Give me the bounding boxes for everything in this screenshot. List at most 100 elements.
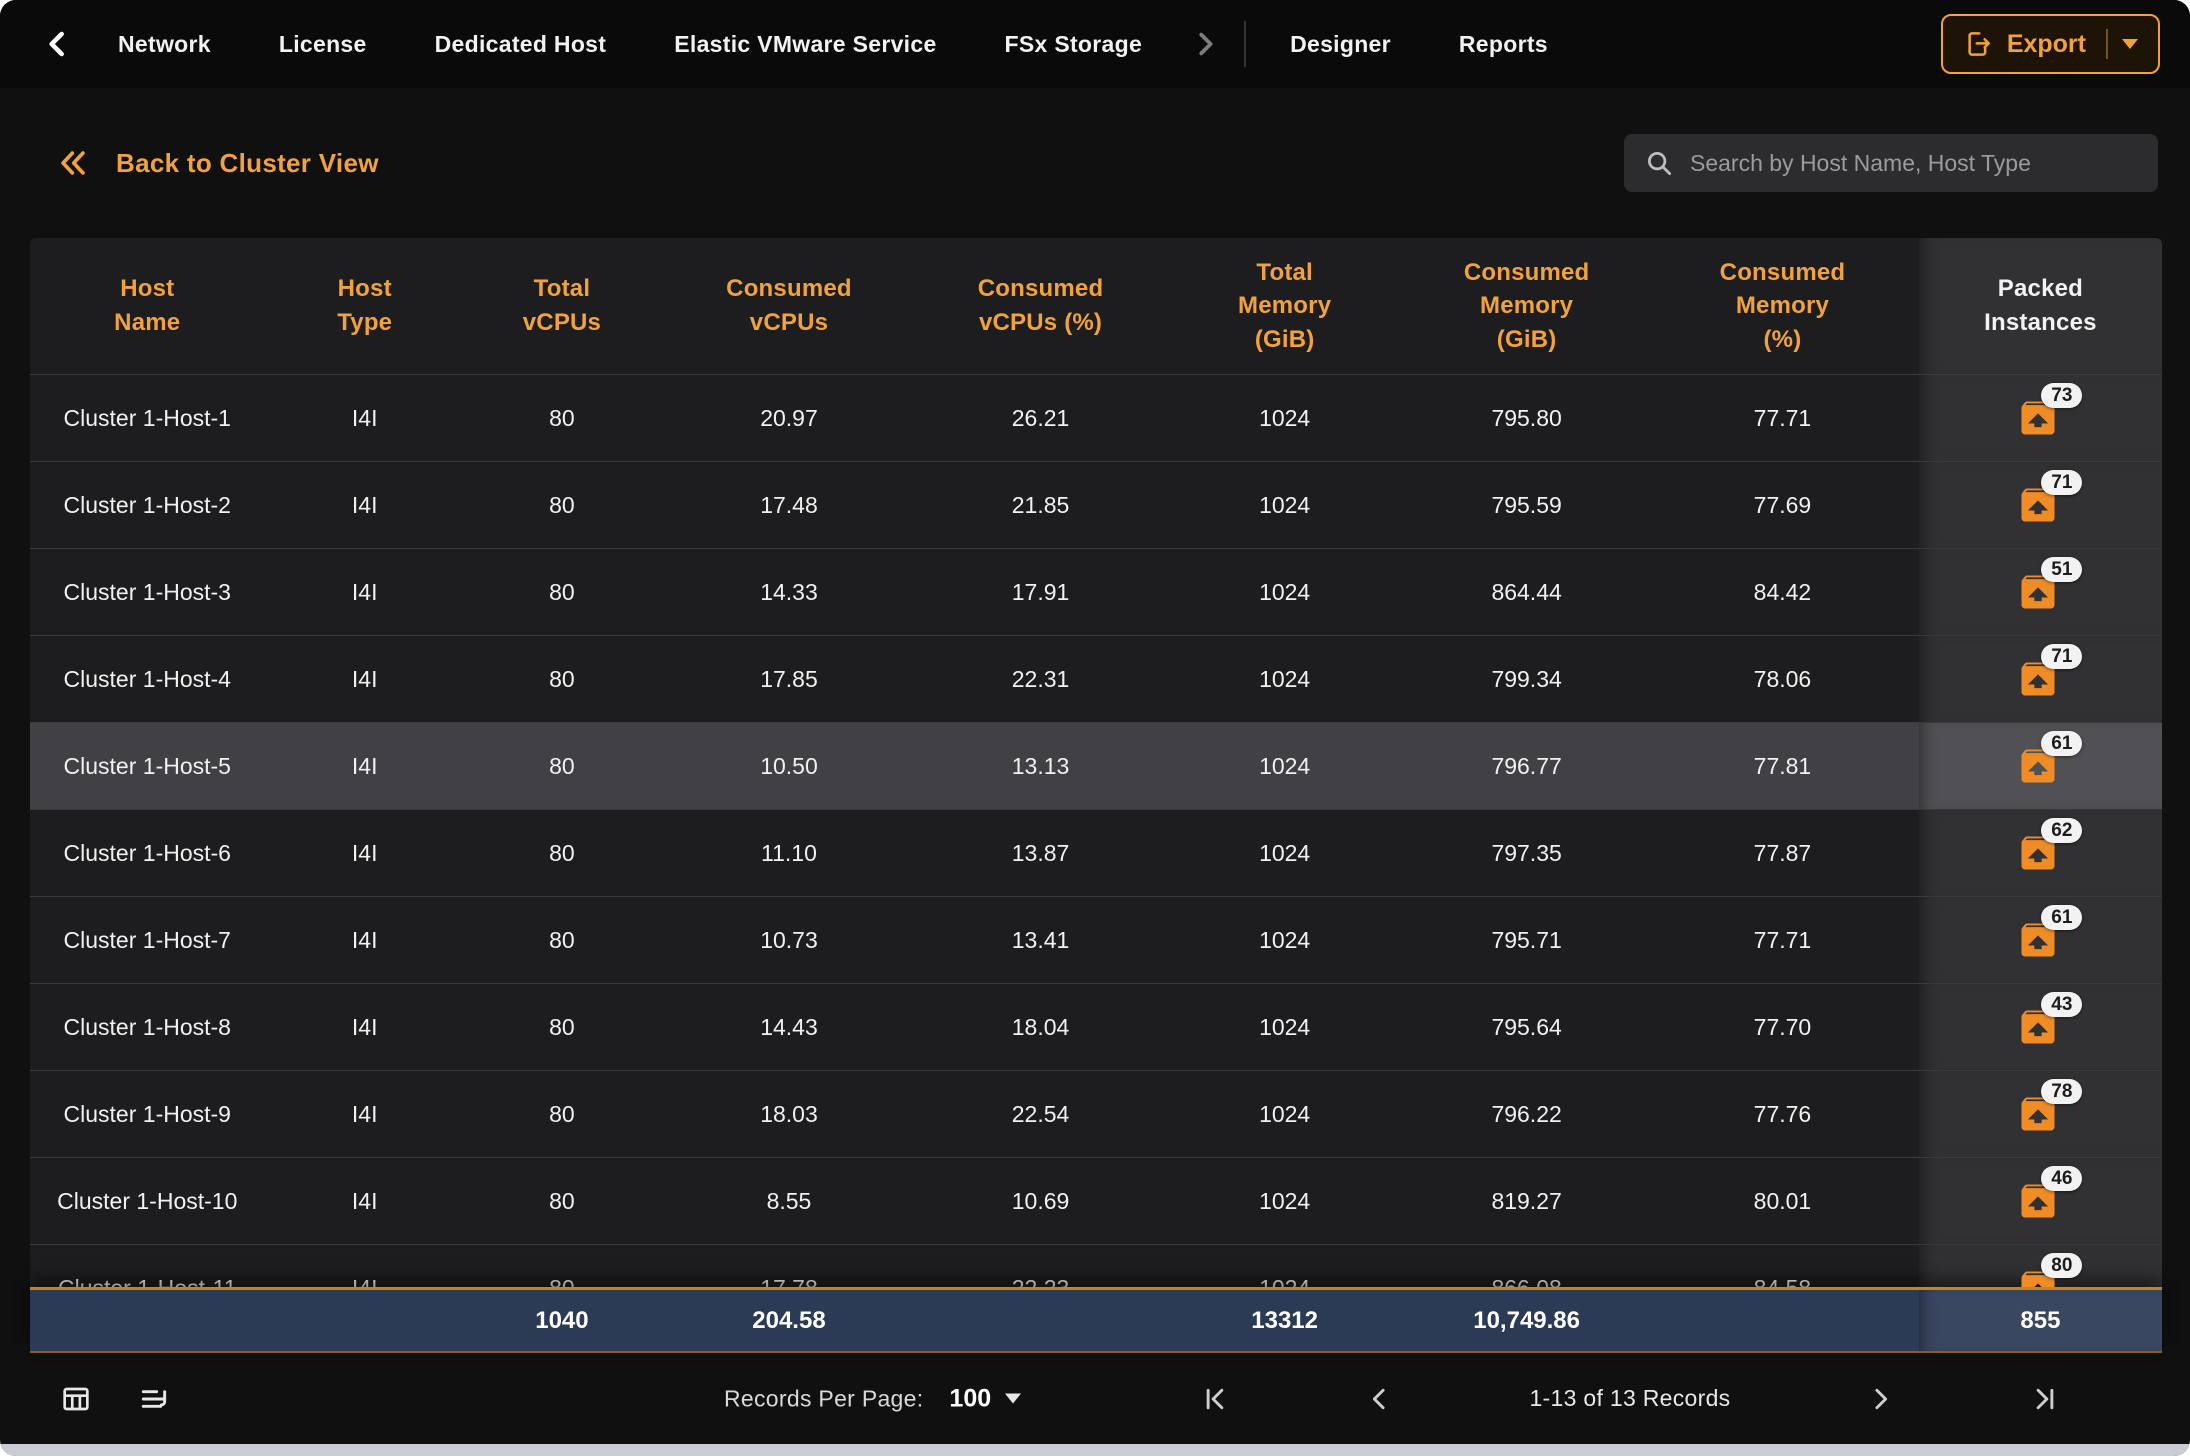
cell-host-name: Cluster 1-Host-5: [30, 753, 265, 780]
nav-tab-license[interactable]: License: [245, 31, 401, 58]
first-page-icon: [1200, 1384, 1230, 1414]
table-row[interactable]: Cluster 1-Host-5 I4I 80 10.50 13.13 1024…: [30, 723, 2162, 810]
packed-instances-icon: 78: [2016, 1092, 2064, 1136]
double-chevron-left-icon: [56, 146, 90, 180]
packed-instances-icon: 61: [2016, 744, 2064, 788]
nav-tab-elastic-vmware-service[interactable]: Elastic VMware Service: [640, 31, 970, 58]
next-page-button[interactable]: [1865, 1384, 1895, 1414]
cell-consumed-memory-pct: 77.71: [1646, 405, 1919, 432]
cell-total-vcpus: 80: [465, 1101, 659, 1128]
cell-packed-instances[interactable]: 71: [1919, 462, 2162, 548]
cell-host-type: I4I: [265, 840, 465, 867]
cell-packed-instances[interactable]: 80: [1919, 1245, 2162, 1287]
cell-packed-instances[interactable]: 78: [1919, 1071, 2162, 1157]
table-row[interactable]: Cluster 1-Host-2 I4I 80 17.48 21.85 1024…: [30, 462, 2162, 549]
nav-tab-network[interactable]: Network: [84, 31, 245, 58]
cell-packed-instances[interactable]: 62: [1919, 810, 2162, 896]
view-toggle-group: [60, 1383, 170, 1415]
cell-consumed-vcpus-pct: 18.04: [919, 1014, 1162, 1041]
last-page-button[interactable]: [2030, 1384, 2060, 1414]
cell-host-type: I4I: [265, 1275, 465, 1288]
cell-consumed-memory-pct: 84.58: [1646, 1275, 1919, 1288]
nav-back-button[interactable]: [30, 17, 84, 71]
cell-consumed-memory: 799.34: [1407, 666, 1646, 693]
cell-consumed-memory-pct: 78.06: [1646, 666, 1919, 693]
list-view-button[interactable]: [138, 1383, 170, 1415]
export-divider: [2106, 29, 2108, 59]
packed-instances-icon: 61: [2016, 918, 2064, 962]
cell-packed-instances[interactable]: 51: [1919, 549, 2162, 635]
tabs-scroll-right-button[interactable]: [1182, 21, 1228, 67]
table-header-row: Host Name Host Type Total vCPUs Consumed…: [30, 238, 2162, 375]
cell-host-name: Cluster 1-Host-6: [30, 840, 265, 867]
col-header-host-name: Host Name: [30, 272, 265, 339]
nav-tab-designer[interactable]: Designer: [1256, 31, 1425, 58]
secondary-tabs: DesignerReports: [1256, 31, 1582, 58]
cell-consumed-memory-pct: 77.76: [1646, 1101, 1919, 1128]
packed-count-badge: 43: [2041, 992, 2082, 1017]
cell-packed-instances[interactable]: 43: [1919, 984, 2162, 1070]
col-header-consumed-vcpus-pct: Consumed vCPUs (%): [919, 272, 1162, 339]
packed-instances-icon: 51: [2016, 570, 2064, 614]
records-per-page-select[interactable]: 100: [949, 1384, 1021, 1413]
col-header-consumed-vcpus: Consumed vCPUs: [659, 272, 919, 339]
table-row[interactable]: Cluster 1-Host-10 I4I 80 8.55 10.69 1024…: [30, 1158, 2162, 1245]
cell-host-type: I4I: [265, 1014, 465, 1041]
cell-consumed-memory-pct: 77.81: [1646, 753, 1919, 780]
table-row[interactable]: Cluster 1-Host-8 I4I 80 14.43 18.04 1024…: [30, 984, 2162, 1071]
table-row[interactable]: Cluster 1-Host-1 I4I 80 20.97 26.21 1024…: [30, 375, 2162, 462]
table-row[interactable]: Cluster 1-Host-6 I4I 80 11.10 13.87 1024…: [30, 810, 2162, 897]
cell-total-memory: 1024: [1162, 405, 1407, 432]
cell-total-memory: 1024: [1162, 579, 1407, 606]
cell-consumed-vcpus: 14.43: [659, 1014, 919, 1041]
table-row[interactable]: Cluster 1-Host-9 I4I 80 18.03 22.54 1024…: [30, 1071, 2162, 1158]
packed-instances-icon: 80: [2016, 1266, 2064, 1287]
export-label: Export: [2007, 30, 2086, 59]
cell-consumed-vcpus-pct: 21.85: [919, 492, 1162, 519]
cell-packed-instances[interactable]: 73: [1919, 375, 2162, 461]
nav-tab-fsx-storage[interactable]: FSx Storage: [971, 31, 1177, 58]
cell-packed-instances[interactable]: 71: [1919, 636, 2162, 722]
cell-host-name: Cluster 1-Host-8: [30, 1014, 265, 1041]
cell-total-memory: 1024: [1162, 492, 1407, 519]
last-page-icon: [2030, 1384, 2060, 1414]
back-to-cluster-link[interactable]: Back to Cluster View: [56, 146, 379, 180]
cell-host-name: Cluster 1-Host-1: [30, 405, 265, 432]
cell-total-vcpus: 80: [465, 1188, 659, 1215]
table-row[interactable]: Cluster 1-Host-11 I4I 80 17.78 22.23 102…: [30, 1245, 2162, 1287]
table-row[interactable]: Cluster 1-Host-3 I4I 80 14.33 17.91 1024…: [30, 549, 2162, 636]
packed-count-badge: 73: [2041, 383, 2082, 408]
previous-page-button[interactable]: [1365, 1384, 1395, 1414]
cell-consumed-memory-pct: 84.42: [1646, 579, 1919, 606]
chevron-right-icon: [1190, 29, 1220, 59]
cell-host-type: I4I: [265, 579, 465, 606]
next-page-icon: [1865, 1384, 1895, 1414]
primary-tabs: NetworkLicenseDedicated HostElastic VMwa…: [84, 31, 1176, 58]
cell-consumed-vcpus: 10.73: [659, 927, 919, 954]
horizontal-scrollbar[interactable]: [0, 1444, 2190, 1456]
packed-count-badge: 62: [2041, 818, 2082, 843]
cell-consumed-memory: 819.27: [1407, 1188, 1646, 1215]
packed-instances-icon: 71: [2016, 483, 2064, 527]
back-link-label: Back to Cluster View: [116, 148, 379, 179]
cell-packed-instances[interactable]: 61: [1919, 723, 2162, 809]
cell-consumed-memory: 795.80: [1407, 405, 1646, 432]
nav-tab-reports[interactable]: Reports: [1425, 31, 1582, 58]
table-view-button[interactable]: [60, 1383, 92, 1415]
cell-consumed-vcpus: 8.55: [659, 1188, 919, 1215]
cell-packed-instances[interactable]: 46: [1919, 1158, 2162, 1244]
first-page-button[interactable]: [1200, 1384, 1230, 1414]
toolbar: Back to Cluster View: [0, 88, 2190, 238]
cell-consumed-memory: 864.44: [1407, 579, 1646, 606]
cell-packed-instances[interactable]: 61: [1919, 897, 2162, 983]
table-row[interactable]: Cluster 1-Host-4 I4I 80 17.85 22.31 1024…: [30, 636, 2162, 723]
packed-instances-icon: 62: [2016, 831, 2064, 875]
table-row[interactable]: Cluster 1-Host-7 I4I 80 10.73 13.41 1024…: [30, 897, 2162, 984]
search-input[interactable]: [1690, 150, 2138, 177]
cell-consumed-memory: 795.59: [1407, 492, 1646, 519]
totals-consumed-memory: 10,749.86: [1407, 1307, 1646, 1335]
cell-consumed-memory-pct: 77.87: [1646, 840, 1919, 867]
col-header-host-type: Host Type: [265, 272, 465, 339]
nav-tab-dedicated-host[interactable]: Dedicated Host: [401, 31, 641, 58]
export-button[interactable]: Export: [1941, 14, 2160, 74]
